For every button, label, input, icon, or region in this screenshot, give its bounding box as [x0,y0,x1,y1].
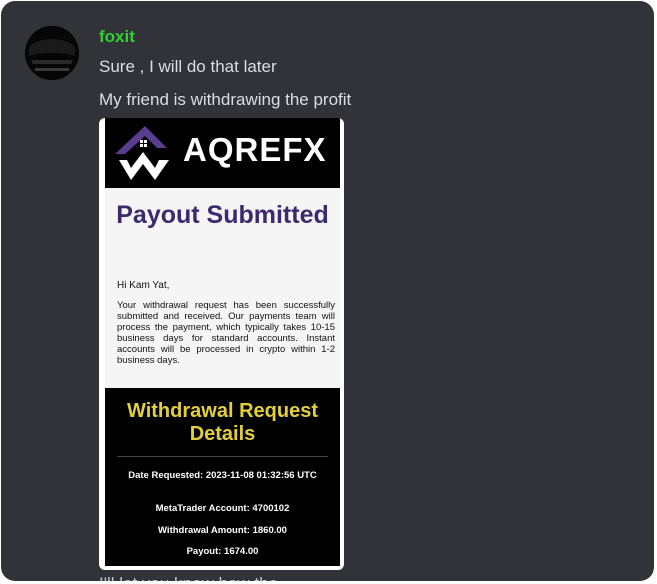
avatar-image [25,26,79,80]
withdrawal-amount: Withdrawal Amount: 1860.00 [158,525,287,536]
aqrefx-logo-icon [115,126,169,180]
brand-name: AQREFX [183,131,327,168]
brand-header: AQREFX [105,118,340,188]
image-attachment[interactable]: AQREFX Payout Submitted Hi Kam Yat, Your… [99,118,344,570]
chat-window: foxit Sure , I will do that later My fri… [1,1,654,581]
metatrader-account: MetaTrader Account: 4700102 [155,503,290,514]
payout-panel: Payout Submitted Hi Kam Yat, Your withdr… [105,188,340,388]
date-requested: Date Requested: 2023-11-08 01:32:56 UTC [128,470,317,481]
avatar[interactable] [25,26,79,80]
payout-amount: Payout: 1674.00 [186,546,259,557]
body-text: Your withdrawal request has been success… [117,300,335,366]
payout-title: Payout Submitted [116,201,329,229]
divider [117,456,328,457]
greeting-text: Hi Kam Yat, [117,280,170,291]
details-title: Withdrawal Request Details [127,400,318,445]
message-text: I'll let you know how the [99,573,278,581]
message-text: My friend is withdrawing the profit [99,90,352,109]
username[interactable]: foxit [99,26,135,48]
details-panel: Withdrawal Request Details Date Requeste… [105,388,340,566]
message-text: Sure , I will do that later [99,57,277,76]
